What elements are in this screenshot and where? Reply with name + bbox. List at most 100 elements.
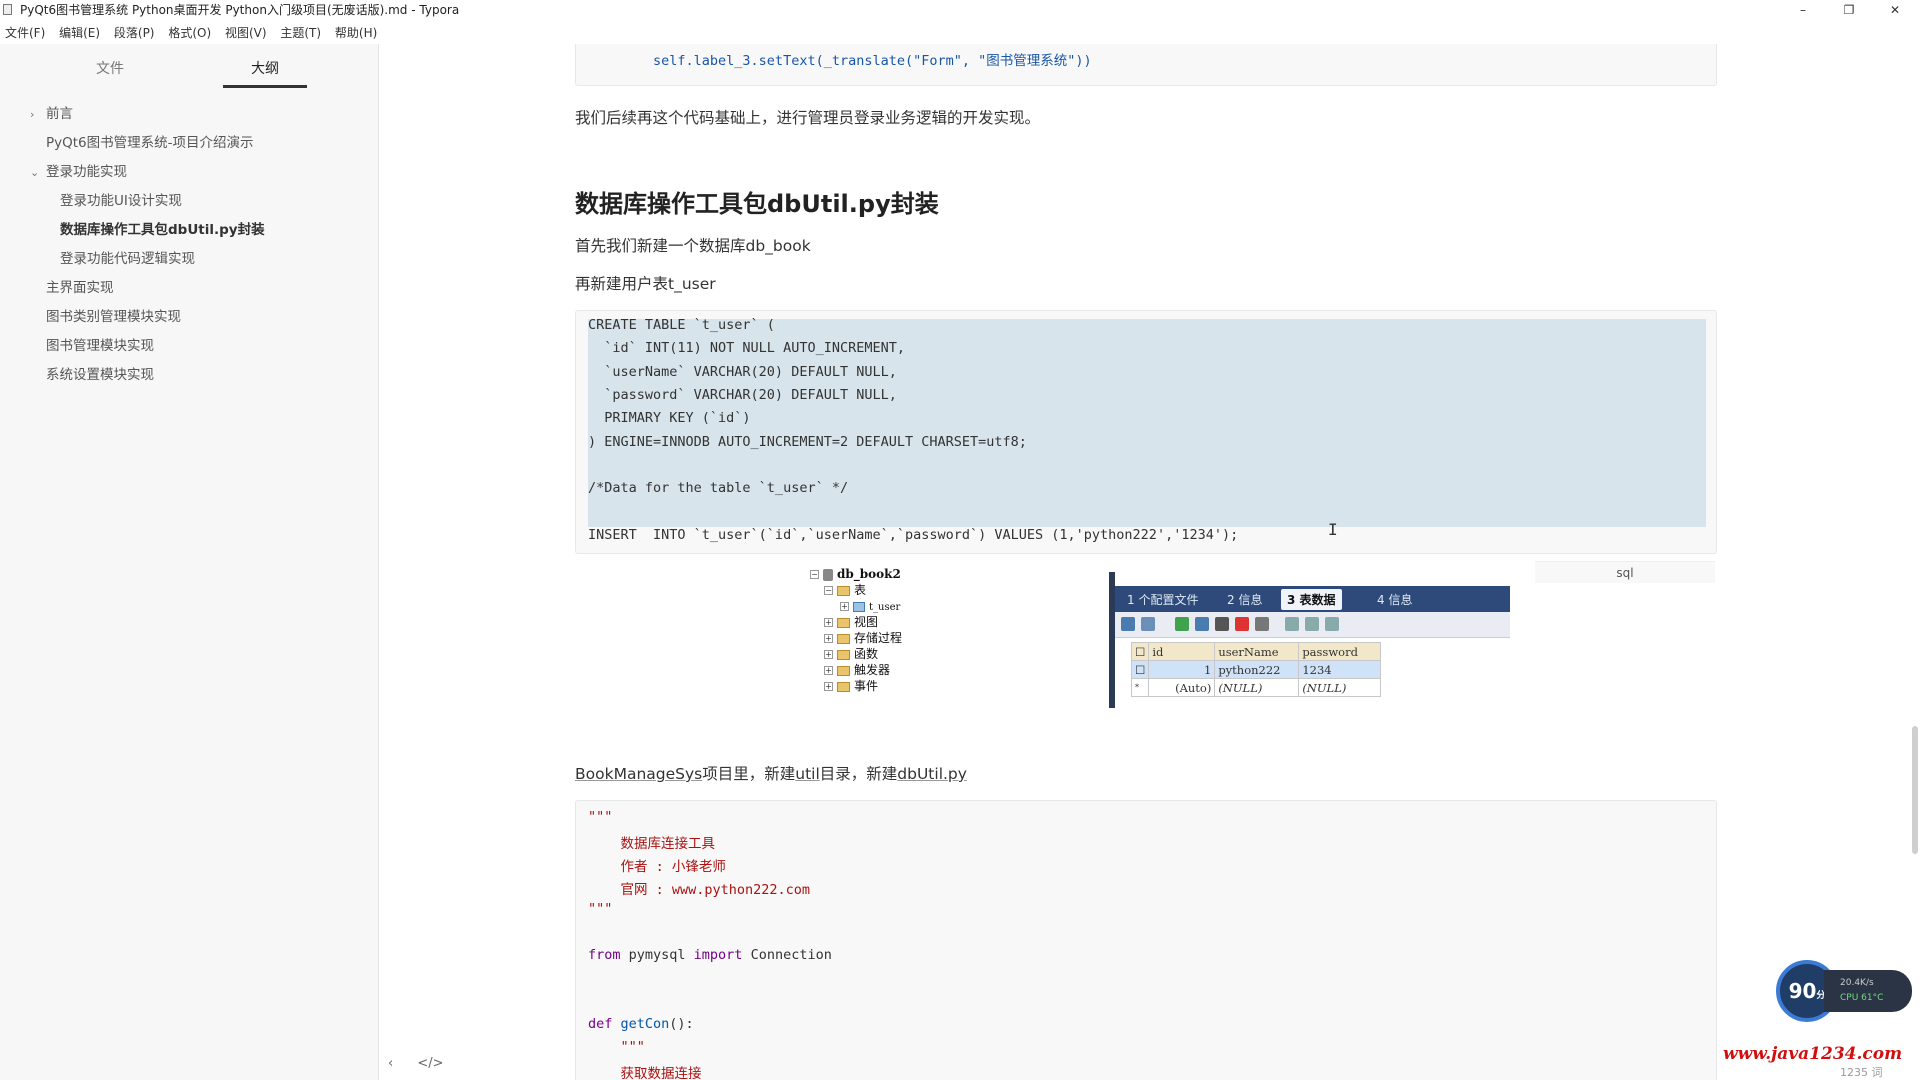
code-line: 获取数据连接 — [588, 1066, 702, 1080]
code-line: """ — [588, 1039, 645, 1055]
outline-item-label: 图书类别管理模块实现 — [46, 309, 181, 325]
paragraph: 再新建用户表t_user — [575, 275, 716, 293]
editor-area[interactable]: self.label_3.setText(_translate("Form", … — [380, 44, 1920, 1080]
outline-item-label: 登录功能实现 — [46, 164, 127, 180]
outline-item-label: 登录功能代码逻辑实现 — [60, 251, 195, 267]
outline-item-label: 系统设置模块实现 — [46, 367, 154, 383]
sidebar-tabs: 文件 大纲 — [0, 58, 379, 88]
result-tab: 2 信息 — [1227, 593, 1263, 607]
text-view-icon — [1325, 617, 1339, 631]
code-line: PRIMARY KEY (`id`) — [588, 410, 751, 427]
table-icon — [853, 601, 865, 612]
expand-toggle-icon: + — [824, 682, 833, 691]
typora-app-icon — [3, 4, 12, 15]
maximize-button[interactable]: ❐ — [1826, 0, 1872, 20]
result-tab-active: 3 表数据 — [1281, 589, 1342, 610]
table-header-row: ☐ id userName password — [1130, 642, 1382, 661]
menu-file[interactable]: 文件(F) — [0, 22, 50, 44]
outline-item[interactable]: 数据库操作工具包dbUtil.py封装 — [0, 216, 379, 245]
system-monitor-widget: 90分 20.4K/s CPU 61°C — [1776, 960, 1916, 1022]
chevron-down-icon[interactable]: ⌄ — [30, 158, 40, 187]
folder-icon — [837, 617, 850, 628]
outline-item[interactable]: 图书类别管理模块实现 — [0, 303, 379, 332]
expand-toggle-icon: + — [824, 650, 833, 659]
embedded-db-tree-image: − db_book2− 表 + t_user + 视图 + 存储过程 + 函数 + 触发器 + 事件 — [810, 564, 1070, 714]
outline-item[interactable]: PyQt6图书管理系统-项目介绍演示 — [0, 129, 379, 158]
table-row: ☐ 1 python222 1234 — [1130, 660, 1382, 679]
expand-toggle-icon: + — [824, 634, 833, 643]
code-line: 数据库连接工具 — [588, 836, 716, 852]
grid-view-icon — [1285, 617, 1299, 631]
outline-item[interactable]: 登录功能代码逻辑实现 — [0, 245, 379, 274]
outline-item[interactable]: ⌄ 登录功能实现 — [0, 158, 379, 187]
code-line: CREATE TABLE `t_user` ( — [588, 317, 775, 333]
minimize-button[interactable]: – — [1780, 0, 1826, 20]
vertical-scrollbar[interactable] — [1912, 726, 1918, 854]
code-line: self.label_3.setText(_translate("Form", … — [588, 53, 1092, 69]
code-block-python[interactable]: """ 数据库连接工具 作者 : 小锋老师 官网 : www.python222… — [575, 800, 1717, 1080]
duplicate-icon — [1195, 617, 1209, 631]
section-heading: 数据库操作工具包dbUtil.py封装 — [575, 184, 939, 219]
insert-row-icon — [1121, 617, 1135, 631]
outline-item[interactable]: › 前言 — [0, 100, 379, 129]
outline-item[interactable]: 系统设置模块实现 — [0, 361, 379, 390]
menu-edit[interactable]: 编辑(E) — [54, 22, 105, 44]
menu-view[interactable]: 视图(V) — [220, 22, 272, 44]
tree-node-label: db_book2 — [837, 567, 901, 581]
folder-icon — [837, 585, 850, 596]
outline-item[interactable]: 主界面实现 — [0, 274, 379, 303]
grid-toolbar — [1115, 612, 1510, 638]
checkbox-cell: ☐ — [1130, 660, 1150, 679]
code-line: 作者 : 小锋老师 — [588, 859, 726, 875]
table-cell: 1 — [1148, 660, 1216, 679]
monitor-stats: 20.4K/s CPU 61°C — [1824, 970, 1912, 1012]
table-cell: (NULL) — [1298, 678, 1382, 697]
column-header: id — [1148, 642, 1216, 661]
code-line: `id` INT(11) NOT NULL AUTO_INCREMENT, — [588, 340, 905, 357]
tree-node: + 事件 — [824, 678, 878, 694]
inline-text: 目录，新建 — [819, 765, 898, 783]
folder-icon — [837, 633, 850, 644]
heading-text: 数据库操作工具包dbUtil.py封装 — [575, 190, 939, 218]
menu-paragraph[interactable]: 段落(P) — [109, 22, 160, 44]
outline-item-label: 主界面实现 — [46, 280, 114, 296]
code-line: """ — [588, 809, 613, 825]
tab-outline[interactable]: 大纲 — [223, 58, 307, 88]
outline-list: › 前言 PyQt6图书管理系统-项目介绍演示 ⌄ 登录功能实现登录功能UI设计实现 数据… — [0, 100, 379, 390]
outline-item-label: 图书管理模块实现 — [46, 338, 154, 354]
code-line: /*Data for the table `t_user` */ — [588, 480, 849, 497]
expand-toggle-icon: − — [824, 586, 833, 595]
outline-item[interactable]: 图书管理模块实现 — [0, 332, 379, 361]
column-header: password — [1298, 642, 1382, 661]
tree-node-label: 函数 — [854, 647, 879, 661]
expand-toggle-icon: + — [824, 618, 833, 627]
tree-node-label: 存储过程 — [854, 631, 903, 645]
tree-node: + t_user — [840, 598, 900, 614]
inline-term: BookManageSys — [575, 765, 703, 783]
tab-files[interactable]: 文件 — [70, 58, 150, 88]
folder-icon — [837, 665, 850, 676]
code-line: """ — [588, 901, 613, 917]
tree-node-label: 视图 — [854, 615, 879, 629]
table-data-grid: ☐ id userName password ☐ 1 python222 123… — [1130, 642, 1382, 697]
expand-toggle-icon: − — [810, 570, 819, 579]
code-line: `password` VARCHAR(20) DEFAULT NULL, — [588, 386, 897, 403]
code-block-ui[interactable]: self.label_3.setText(_translate("Form", … — [575, 44, 1717, 86]
close-button[interactable]: ✕ — [1872, 0, 1918, 20]
column-header: userName — [1214, 642, 1300, 661]
checkbox-cell: ☐ — [1130, 642, 1150, 661]
database-icon — [823, 568, 833, 581]
code-line: 官网 : www.python222.com — [588, 882, 811, 898]
menu-format[interactable]: 格式(O) — [163, 22, 216, 44]
chevron-right-icon[interactable]: › — [30, 100, 40, 129]
code-block-sql[interactable]: CREATE TABLE `t_user` ( `id` INT(11) NOT… — [575, 310, 1717, 554]
paragraph: 我们后续再这个代码基础上，进行管理员登录业务逻辑的开发实现。 — [575, 109, 1041, 127]
tree-node-label: 表 — [854, 583, 867, 597]
window-title: PyQt6图书管理系统 Python桌面开发 Python入门级项目(无废话版)… — [20, 3, 460, 17]
menu-theme[interactable]: 主题(T) — [275, 22, 326, 44]
watermark: www.java1234.com — [1723, 1044, 1903, 1064]
tree-node: + 函数 — [824, 646, 878, 662]
code-language-tag[interactable]: sql — [1535, 561, 1715, 583]
menu-help[interactable]: 帮助(H) — [330, 22, 382, 44]
outline-item[interactable]: 登录功能UI设计实现 — [0, 187, 379, 216]
